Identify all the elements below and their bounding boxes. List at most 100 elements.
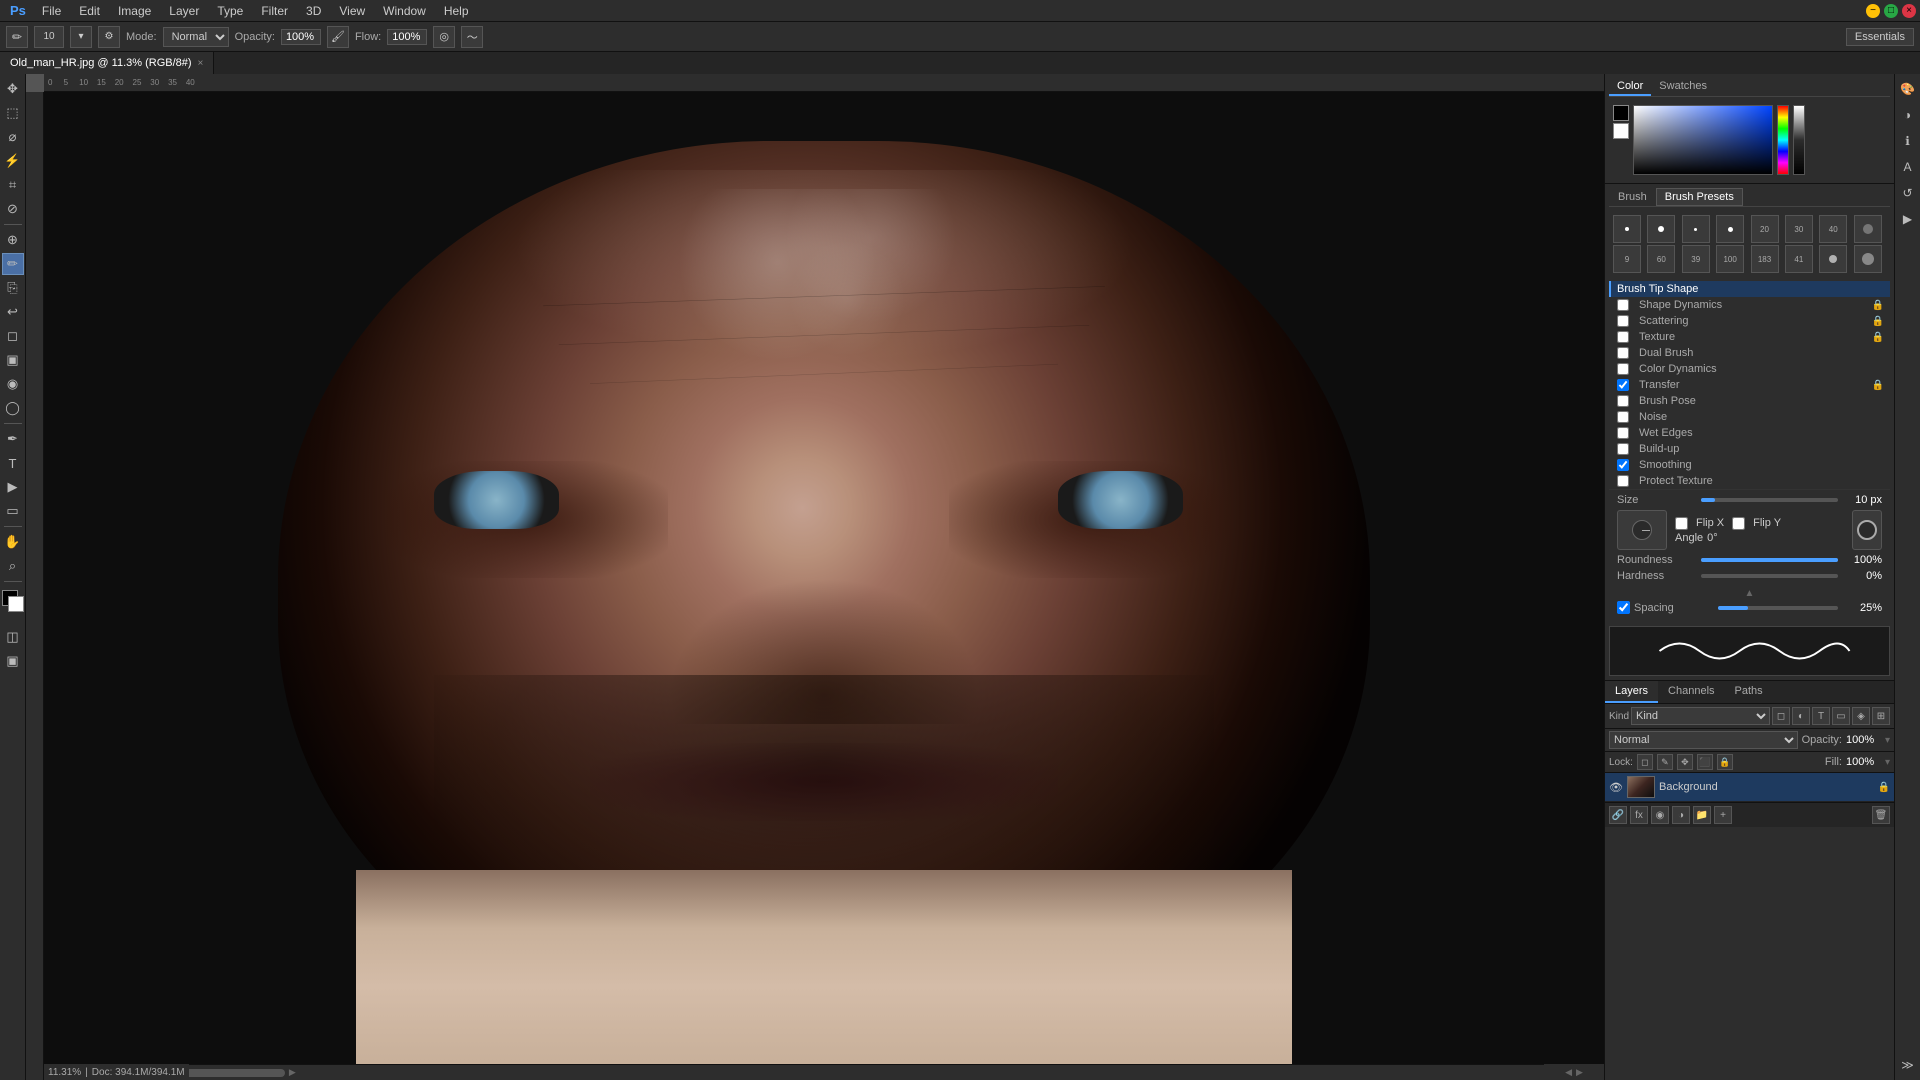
nav-next[interactable]: ▶ bbox=[1576, 1067, 1583, 1078]
angle-indicator[interactable] bbox=[1617, 510, 1667, 550]
document-tab-close[interactable]: × bbox=[198, 58, 204, 69]
collapse-icon[interactable]: ≫ bbox=[1897, 1054, 1919, 1076]
menu-layer[interactable]: Layer bbox=[161, 2, 207, 20]
menu-view[interactable]: View bbox=[331, 2, 373, 20]
texture-item[interactable]: Texture 🔒 bbox=[1609, 329, 1890, 345]
color-spectrum-slider[interactable] bbox=[1777, 105, 1789, 175]
color-picker-area[interactable] bbox=[1633, 105, 1773, 175]
mode-select[interactable]: Normal bbox=[163, 27, 229, 47]
filter-type-btn[interactable]: T bbox=[1812, 707, 1830, 725]
history-icon[interactable]: ↺ bbox=[1897, 182, 1919, 204]
smoothing-icon[interactable]: 〜 bbox=[461, 26, 483, 48]
tool-blur[interactable]: ◉ bbox=[2, 373, 24, 395]
opacity-airbrush[interactable]: 🖌 bbox=[327, 26, 349, 48]
brush-preset-16[interactable] bbox=[1854, 245, 1882, 273]
add-mask-btn[interactable]: ◉ bbox=[1651, 806, 1669, 824]
tool-clone[interactable]: ⎘ bbox=[2, 277, 24, 299]
window-minimize[interactable]: − bbox=[1866, 4, 1880, 18]
tool-type[interactable]: T bbox=[2, 452, 24, 474]
tab-channels[interactable]: Channels bbox=[1658, 681, 1724, 703]
fill-value[interactable]: 100% bbox=[1846, 756, 1881, 768]
brush-presets-btn[interactable]: ▾ bbox=[70, 26, 92, 48]
tab-brush-presets[interactable]: Brush Presets bbox=[1656, 188, 1743, 206]
color-dynamics-item[interactable]: Color Dynamics bbox=[1609, 361, 1890, 377]
opacity-value[interactable]: 100% bbox=[281, 29, 321, 45]
scrollbar-horizontal[interactable]: ◀ ▶ bbox=[44, 1064, 1604, 1080]
layer-visibility-btn[interactable]: 👁 bbox=[1609, 780, 1623, 794]
screen-mode-btn[interactable]: ▣ bbox=[2, 650, 24, 672]
color-panel-icon[interactable]: 🎨 bbox=[1897, 78, 1919, 100]
add-adjustment-btn[interactable]: ◑ bbox=[1672, 806, 1690, 824]
tool-pen[interactable]: ✒ bbox=[2, 428, 24, 450]
buildup-checkbox[interactable] bbox=[1617, 443, 1629, 455]
brush-preset-10[interactable]: 60 bbox=[1647, 245, 1675, 273]
tab-brush[interactable]: Brush bbox=[1609, 188, 1656, 206]
brush-preset-15[interactable] bbox=[1819, 245, 1847, 273]
opacity-value[interactable]: 100% bbox=[1846, 734, 1881, 746]
flip-x-checkbox[interactable] bbox=[1675, 517, 1688, 530]
tab-layers[interactable]: Layers bbox=[1605, 681, 1658, 703]
filter-select[interactable]: Kind bbox=[1631, 707, 1770, 725]
filter-shape-btn[interactable]: ▭ bbox=[1832, 707, 1850, 725]
smoothing-item[interactable]: Smoothing bbox=[1609, 457, 1890, 473]
dual-brush-checkbox[interactable] bbox=[1617, 347, 1629, 359]
brush-tip-shape-item[interactable]: Brush Tip Shape bbox=[1609, 281, 1890, 297]
color-fg-swatch[interactable] bbox=[1613, 105, 1629, 121]
brush-size-btn[interactable]: 10 bbox=[34, 26, 64, 48]
fill-arrow[interactable]: ▾ bbox=[1885, 757, 1890, 768]
tool-spot-heal[interactable]: ⊕ bbox=[2, 229, 24, 251]
blend-mode-select[interactable]: Normal bbox=[1609, 731, 1798, 749]
brush-preset-2[interactable] bbox=[1647, 215, 1675, 243]
background-layer-row[interactable]: 👁 Background 🔒 bbox=[1605, 773, 1894, 802]
color-bg-swatch[interactable] bbox=[1613, 123, 1629, 139]
brush-pose-checkbox[interactable] bbox=[1617, 395, 1629, 407]
flip-y-checkbox[interactable] bbox=[1732, 517, 1745, 530]
menu-3d[interactable]: 3D bbox=[298, 2, 329, 20]
buildup-item[interactable]: Build-up bbox=[1609, 441, 1890, 457]
tool-marquee[interactable]: ⬚ bbox=[2, 102, 24, 124]
background-color[interactable] bbox=[8, 596, 24, 612]
filter-toggle-btn[interactable]: ⊞ bbox=[1872, 707, 1890, 725]
nav-prev[interactable]: ◀ bbox=[1565, 1067, 1572, 1078]
menu-filter[interactable]: Filter bbox=[253, 2, 296, 20]
scroll-right-arrow[interactable]: ▶ bbox=[289, 1067, 296, 1078]
noise-item[interactable]: Noise bbox=[1609, 409, 1890, 425]
color-dynamics-checkbox[interactable] bbox=[1617, 363, 1629, 375]
window-maximize[interactable]: □ bbox=[1884, 4, 1898, 18]
tool-eyedropper[interactable]: ⊘ bbox=[2, 198, 24, 220]
brush-preset-12[interactable]: 100 bbox=[1716, 245, 1744, 273]
roundness-slider[interactable] bbox=[1701, 558, 1838, 562]
add-group-btn[interactable]: 📁 bbox=[1693, 806, 1711, 824]
size-slider[interactable] bbox=[1701, 498, 1838, 502]
add-layer-btn[interactable]: + bbox=[1714, 806, 1732, 824]
shape-dynamics-item[interactable]: Shape Dynamics 🔒 bbox=[1609, 297, 1890, 313]
opacity-arrow[interactable]: ▾ bbox=[1885, 735, 1890, 746]
menu-window[interactable]: Window bbox=[375, 2, 434, 20]
add-fx-btn[interactable]: fx bbox=[1630, 806, 1648, 824]
lock-position-btn[interactable]: ✥ bbox=[1677, 754, 1693, 770]
menu-file[interactable]: File bbox=[34, 2, 69, 20]
menu-type[interactable]: Type bbox=[209, 2, 251, 20]
brush-preset-13[interactable]: 183 bbox=[1751, 245, 1779, 273]
canvas-inner[interactable] bbox=[44, 92, 1604, 1064]
hardness-slider[interactable] bbox=[1701, 574, 1838, 578]
document-tab[interactable]: Old_man_HR.jpg @ 11.3% (RGB/8#) × bbox=[0, 52, 214, 74]
lock-pixels-btn[interactable]: ◻ bbox=[1637, 754, 1653, 770]
character-icon[interactable]: A bbox=[1897, 156, 1919, 178]
tool-crop[interactable]: ⌗ bbox=[2, 174, 24, 196]
brush-preset-14[interactable]: 41 bbox=[1785, 245, 1813, 273]
brush-preset-4[interactable] bbox=[1716, 215, 1744, 243]
tool-colors[interactable] bbox=[2, 590, 24, 612]
brush-pose-item[interactable]: Brush Pose bbox=[1609, 393, 1890, 409]
brush-preset-6[interactable]: 30 bbox=[1785, 215, 1813, 243]
filter-adjust-btn[interactable]: ◐ bbox=[1792, 707, 1810, 725]
filter-smart-btn[interactable]: ◈ bbox=[1852, 707, 1870, 725]
tool-move[interactable]: ✥ bbox=[2, 78, 24, 100]
essentials-button[interactable]: Essentials bbox=[1846, 28, 1914, 46]
wet-edges-checkbox[interactable] bbox=[1617, 427, 1629, 439]
protect-texture-checkbox[interactable] bbox=[1617, 475, 1629, 487]
brush-tool-icon[interactable]: ✏ bbox=[6, 26, 28, 48]
smoothing-checkbox[interactable] bbox=[1617, 459, 1629, 471]
quick-mask-btn[interactable]: ◫ bbox=[2, 626, 24, 648]
transfer-checkbox[interactable] bbox=[1617, 379, 1629, 391]
